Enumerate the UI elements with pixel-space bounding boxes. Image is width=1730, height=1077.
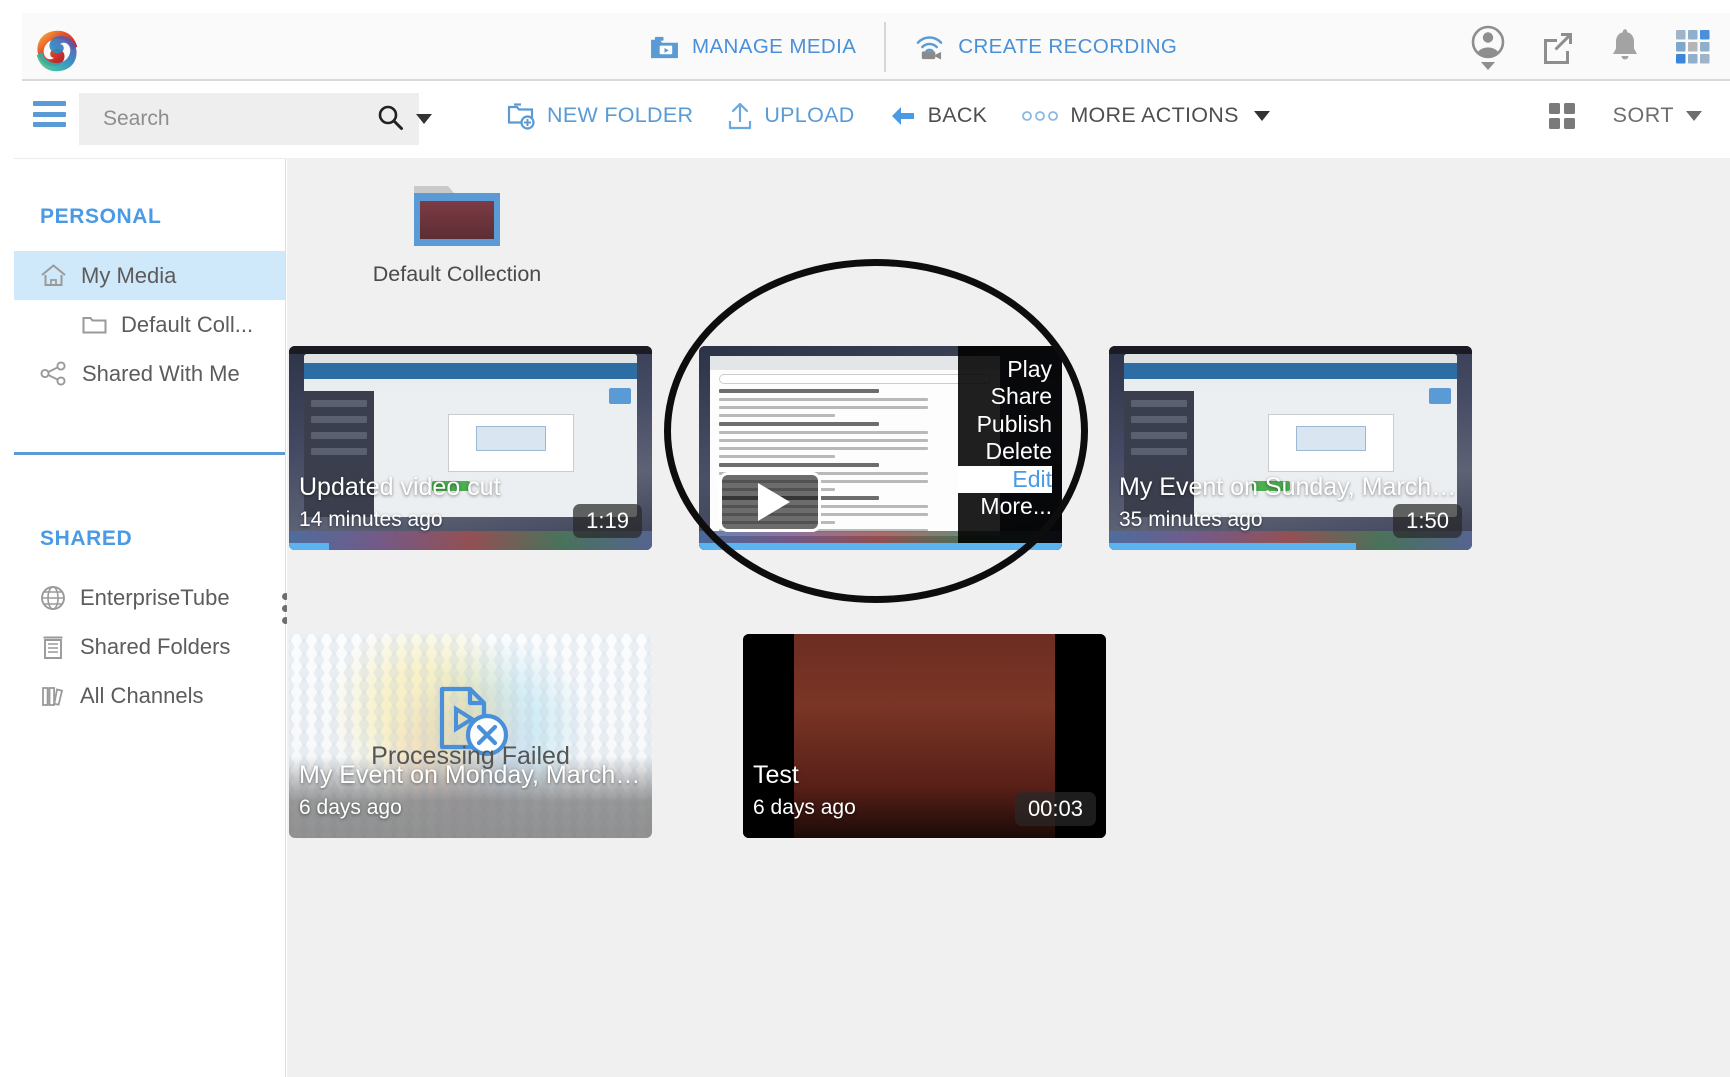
sidebar-item-default-collection[interactable]: Default Coll...: [14, 300, 285, 349]
sidebar-item-default-collection-label: Default Coll...: [121, 311, 254, 337]
rainbow-swirl-logo-icon: [36, 30, 78, 71]
new-folder-button[interactable]: NEW FOLDER: [490, 102, 710, 130]
folder-icon: [82, 317, 107, 334]
sort-label: SORT: [1612, 103, 1674, 127]
toolbar-right: SORT: [1548, 83, 1702, 148]
media-tile-updated-video-cut[interactable]: Updated video cut 14 minutes ago 1:19: [289, 346, 652, 550]
sidebar-item-all-channels-label: All Channels: [80, 682, 204, 708]
grid-view-icon[interactable]: [1548, 102, 1575, 129]
brand-logo[interactable]: [22, 23, 92, 78]
more-actions-label: MORE ACTIONS: [1070, 103, 1239, 127]
sidebar-section-personal-title: PERSONAL: [40, 205, 162, 228]
sidebar-item-all-channels[interactable]: All Channels: [14, 671, 285, 720]
upload-icon: [729, 102, 752, 129]
context-menu-item-delete[interactable]: Delete: [958, 438, 1052, 465]
upload-label: UPLOAD: [764, 103, 855, 127]
tile-title: Updated video cut: [299, 473, 501, 501]
search-input[interactable]: [101, 106, 376, 132]
tile-subtitle: 6 days ago: [299, 796, 402, 819]
back-label: BACK: [927, 103, 988, 127]
external-link-icon[interactable]: [1540, 29, 1576, 65]
notifications-bell-icon[interactable]: [1608, 28, 1642, 66]
media-tile-with-context-menu[interactable]: Play Share Publish Delete Edit More...: [699, 346, 1062, 550]
context-menu-item-play[interactable]: Play: [958, 356, 1052, 383]
wifi-camera-icon: [916, 35, 943, 60]
tile-progress-bar: [699, 543, 1062, 550]
nav-manage-media[interactable]: MANAGE MEDIA: [622, 25, 884, 69]
folder-default-collection-label: Default Collection: [372, 262, 542, 286]
nav-create-recording[interactable]: CREATE RECORDING: [886, 25, 1205, 69]
sidebar-item-my-media-label: My Media: [81, 262, 177, 288]
tile-progress-bar: [289, 543, 329, 550]
sidebar-item-my-media[interactable]: My Media: [14, 251, 285, 300]
more-actions-caret-down-icon: [1253, 110, 1270, 121]
top-nav: MANAGE MEDIA CREATE RECORDING: [622, 13, 1205, 81]
library-icon: [42, 686, 64, 706]
more-actions-button[interactable]: MORE ACTIONS: [1004, 103, 1286, 128]
tile-title: Test: [753, 761, 799, 789]
collection-folder-icon: [414, 186, 500, 246]
nav-create-recording-label: CREATE RECORDING: [958, 35, 1178, 58]
search-icon[interactable]: [376, 103, 404, 136]
sidebar-section-shared-title: SHARED: [40, 527, 133, 550]
share-nodes-icon: [40, 361, 66, 386]
app-root: MANAGE MEDIA CREATE RECORDING Search NEW…: [0, 0, 1730, 1077]
new-folder-icon: [507, 102, 535, 130]
back-button[interactable]: BACK: [872, 103, 1005, 128]
sidebar-item-enterprisetube-label: EnterpriseTube: [80, 584, 230, 610]
sidebar-item-shared-folders-label: Shared Folders: [80, 633, 231, 659]
sidebar: PERSONAL My Media Default Coll... Shared…: [14, 158, 289, 1077]
sort-caret-down-icon: [1686, 110, 1702, 121]
toolbar-actions: NEW FOLDER UPLOAD BACK MORE ACTIONS: [490, 83, 1287, 148]
context-menu-item-share[interactable]: Share: [958, 383, 1052, 410]
play-button[interactable]: [719, 472, 821, 532]
top-bar: MANAGE MEDIA CREATE RECORDING: [22, 13, 1730, 81]
top-page-margin: [0, 0, 1730, 13]
context-menu-item-edit[interactable]: Edit: [958, 465, 1052, 494]
home-icon: [41, 264, 66, 286]
building-icon: [43, 636, 63, 659]
sidebar-item-shared-folders[interactable]: Shared Folders: [14, 622, 285, 671]
tile-duration: 1:50: [1393, 504, 1462, 538]
media-tile-processing-failed[interactable]: Processing Failed My Event on Monday, Ma…: [289, 634, 652, 838]
tile-title: My Event on Sunday, March 22, ...: [1119, 473, 1462, 501]
account-icon[interactable]: [1468, 23, 1508, 71]
back-arrow-icon: [891, 106, 914, 125]
search-dropdown-chevron-down-icon[interactable]: [416, 114, 432, 124]
tile-duration: 1:19: [573, 504, 642, 538]
folder-default-collection[interactable]: Default Collection: [357, 178, 557, 287]
tile-progress-bar: [1109, 543, 1356, 550]
context-menu: Play Share Publish Delete Edit More...: [958, 346, 1062, 550]
tile-title: My Event on Monday, March 16, ...: [299, 761, 642, 789]
sidebar-item-shared-with-me-label: Shared With Me: [82, 360, 240, 386]
sidebar-item-enterprisetube[interactable]: EnterpriseTube: [14, 573, 285, 622]
context-menu-item-publish[interactable]: Publish: [958, 411, 1052, 438]
media-tile-test[interactable]: Test 6 days ago 00:03: [743, 634, 1106, 838]
new-folder-label: NEW FOLDER: [547, 103, 694, 127]
content-area: Default Collection Updated video cut 14 …: [287, 158, 1730, 1077]
tile-subtitle: 35 minutes ago: [1119, 508, 1263, 531]
folder-play-icon: [651, 36, 678, 58]
toolbar: NEW FOLDER UPLOAD BACK: [0, 83, 1730, 148]
search-box[interactable]: [79, 93, 432, 145]
sort-button[interactable]: SORT: [1613, 103, 1702, 128]
upload-button[interactable]: UPLOAD: [710, 101, 871, 131]
nav-manage-media-label: MANAGE MEDIA: [692, 35, 857, 58]
sidebar-item-shared-with-me[interactable]: Shared With Me: [14, 349, 285, 398]
media-tile-my-event-sunday[interactable]: My Event on Sunday, March 22, ... 35 min…: [1109, 346, 1472, 550]
globe-icon: [41, 585, 65, 610]
play-triangle-icon: [758, 483, 790, 521]
tile-subtitle: 14 minutes ago: [299, 508, 443, 531]
app-grid-icon[interactable]: [1674, 28, 1712, 66]
context-menu-item-more[interactable]: More...: [958, 493, 1052, 520]
tile-duration: 00:03: [1014, 792, 1096, 826]
tile-subtitle: 6 days ago: [753, 796, 856, 819]
hamburger-menu-icon[interactable]: [33, 101, 66, 127]
top-bar-right-icons: [1468, 13, 1712, 81]
three-dots-icon: [1022, 110, 1059, 121]
left-page-margin: [0, 0, 14, 1077]
